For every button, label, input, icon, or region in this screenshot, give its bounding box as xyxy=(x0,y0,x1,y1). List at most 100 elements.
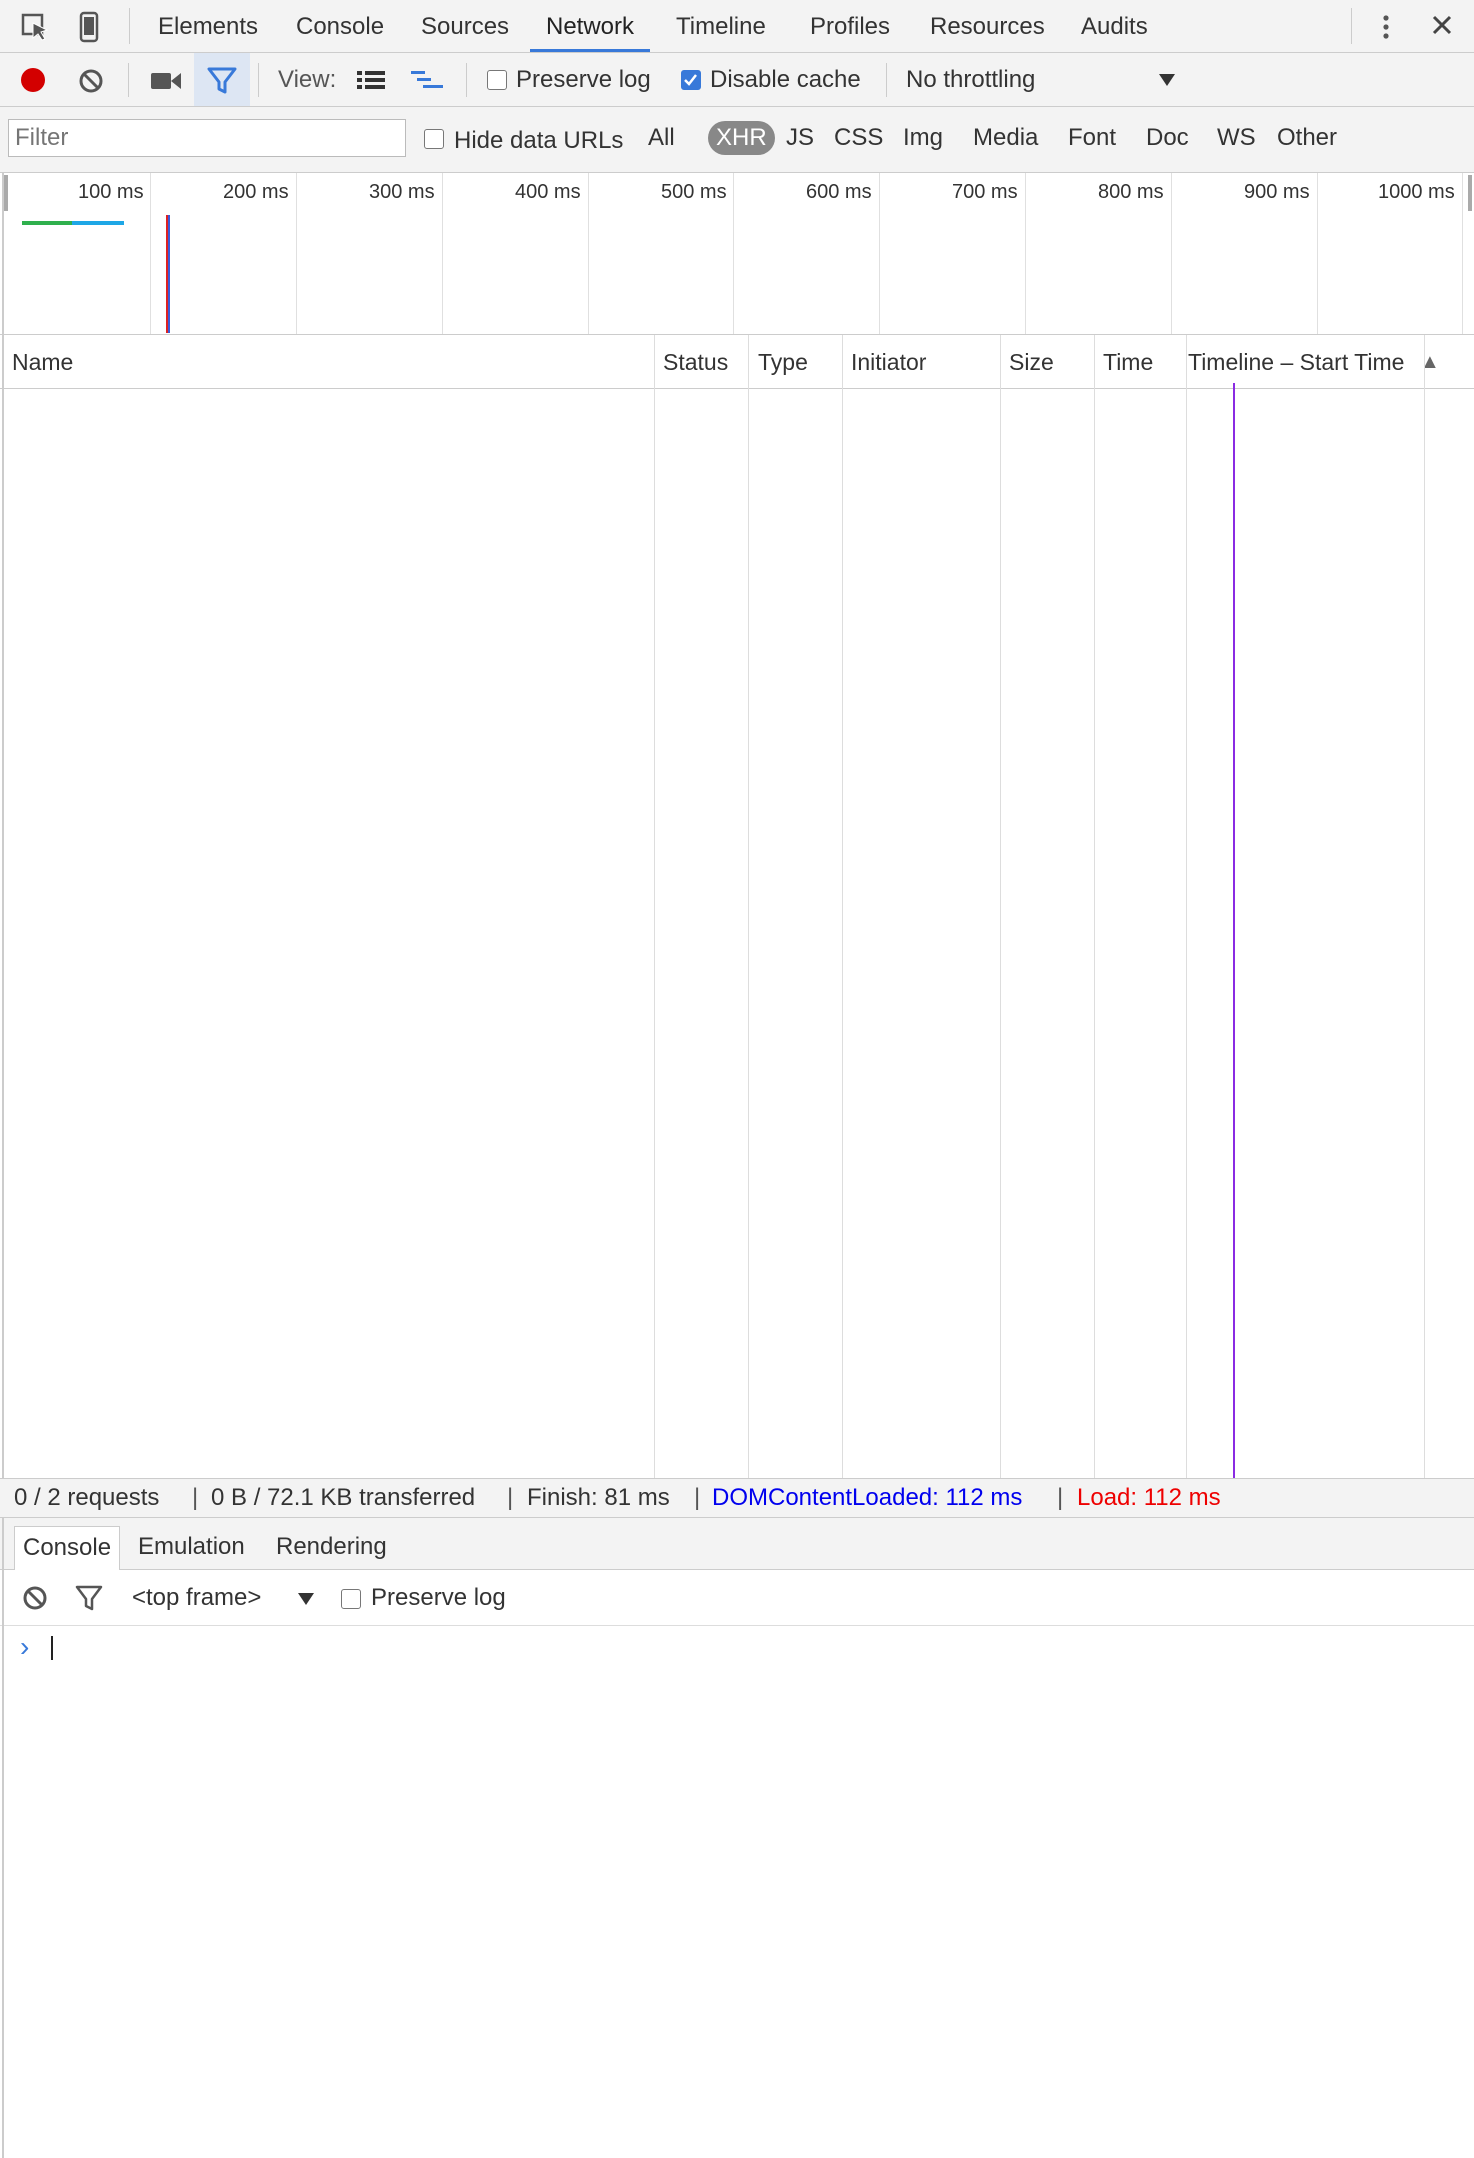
clear-console-icon[interactable] xyxy=(22,1585,48,1611)
column-header-time[interactable]: Time xyxy=(1103,335,1153,389)
column-header-type[interactable]: Type xyxy=(758,335,808,389)
throttling-select[interactable]: No throttling xyxy=(906,66,1035,94)
overview-tick-label: 500 ms xyxy=(661,181,727,203)
overview-gridline xyxy=(150,173,151,334)
overview-request-bar-download xyxy=(72,221,124,225)
tab-timeline[interactable]: Timeline xyxy=(676,0,766,52)
toolbar-divider xyxy=(258,63,259,97)
record-icon[interactable] xyxy=(20,67,46,93)
column-header-initiator[interactable]: Initiator xyxy=(851,335,926,389)
preserve-log-checkbox[interactable] xyxy=(487,70,507,90)
tab-elements[interactable]: Elements xyxy=(158,0,258,52)
filter-type-img[interactable]: Img xyxy=(903,121,943,155)
overview-left-handle[interactable] xyxy=(4,175,8,211)
view-label: View: xyxy=(278,66,337,93)
network-overview[interactable]: 100 ms 200 ms 300 ms 400 ms 500 ms 600 m… xyxy=(0,173,1474,335)
tab-sources[interactable]: Sources xyxy=(421,0,509,52)
device-mode-icon[interactable] xyxy=(78,11,100,43)
overview-tick-label: 1000 ms xyxy=(1378,181,1455,203)
capture-screenshots-icon[interactable] xyxy=(150,70,182,92)
waterfall-overview-icon[interactable] xyxy=(410,69,444,93)
overview-gridline xyxy=(1462,173,1463,334)
status-dom-content-loaded: DOMContentLoaded: 112 ms xyxy=(712,1484,1023,1511)
console-output[interactable]: › xyxy=(0,1626,1474,2158)
overview-gridline xyxy=(1171,173,1172,334)
overview-tick-label: 100 ms xyxy=(78,181,144,203)
overview-right-handle[interactable] xyxy=(1468,175,1472,211)
overview-dcl-marker xyxy=(168,215,170,333)
clear-icon[interactable] xyxy=(78,68,104,94)
console-filter-icon[interactable] xyxy=(74,1583,104,1613)
context-select[interactable]: <top frame> xyxy=(132,1584,261,1612)
status-load: Load: 112 ms xyxy=(1077,1484,1221,1511)
overview-gridline xyxy=(879,173,880,334)
requests-table-body xyxy=(4,389,1474,1478)
overview-tick-label: 800 ms xyxy=(1098,181,1164,203)
overview-request-bar-waiting xyxy=(22,221,72,225)
dropdown-arrow-icon[interactable] xyxy=(297,1592,315,1606)
drawer-left-border xyxy=(2,1518,4,2158)
drawer-tab-console[interactable]: Console xyxy=(14,1526,121,1570)
overview-tick-label: 300 ms xyxy=(369,181,435,203)
large-rows-icon[interactable] xyxy=(356,69,386,91)
disable-cache-checkbox[interactable] xyxy=(681,70,701,90)
filter-type-doc[interactable]: Doc xyxy=(1146,121,1189,155)
panel-left-border xyxy=(2,173,4,1478)
tab-resources[interactable]: Resources xyxy=(930,0,1045,52)
requests-table-header: Name Status Type Initiator Size Time Tim… xyxy=(0,335,1474,389)
status-separator: | xyxy=(694,1484,701,1511)
devtools-tab-bar: Elements Console Sources Network Timelin… xyxy=(0,0,1474,53)
overview-tick-label: 200 ms xyxy=(223,181,289,203)
console-preserve-log-checkbox[interactable] xyxy=(341,1589,361,1609)
filter-toggle-icon[interactable] xyxy=(194,53,250,106)
network-toolbar: View: Preserve log Disable cache No thro… xyxy=(0,53,1474,107)
preserve-log-label: Preserve log xyxy=(516,66,651,93)
filter-type-ws[interactable]: WS xyxy=(1217,121,1256,155)
tab-console[interactable]: Console xyxy=(296,0,384,52)
column-header-status[interactable]: Status xyxy=(663,335,728,389)
filter-type-xhr[interactable]: XHR xyxy=(708,121,775,155)
status-transferred: 0 B / 72.1 KB transferred xyxy=(211,1484,476,1511)
inspect-element-icon[interactable] xyxy=(20,12,50,42)
overview-gridline xyxy=(1317,173,1318,334)
toolbar-divider xyxy=(886,63,887,97)
column-header-size[interactable]: Size xyxy=(1009,335,1054,389)
overview-tick-label: 700 ms xyxy=(952,181,1018,203)
overview-gridline xyxy=(733,173,734,334)
filter-type-media[interactable]: Media xyxy=(973,121,1038,155)
filter-type-js[interactable]: JS xyxy=(786,121,814,155)
filter-type-font[interactable]: Font xyxy=(1068,121,1116,155)
overview-tick-label: 900 ms xyxy=(1244,181,1310,203)
console-toolbar: <top frame> Preserve log xyxy=(0,1570,1474,1626)
toolbar-divider xyxy=(1351,8,1352,44)
column-header-timeline[interactable]: Timeline – Start Time xyxy=(1188,335,1404,389)
overview-gridline xyxy=(588,173,589,334)
sort-ascending-icon: ▲ xyxy=(1420,351,1440,373)
filter-type-all[interactable]: All xyxy=(648,121,675,155)
drawer-tab-rendering[interactable]: Rendering xyxy=(268,1526,395,1570)
overview-gridline xyxy=(442,173,443,334)
close-icon[interactable] xyxy=(1430,13,1454,37)
hide-data-urls-checkbox[interactable] xyxy=(424,129,444,149)
drawer-tab-emulation[interactable]: Emulation xyxy=(130,1526,253,1570)
tab-network[interactable]: Network xyxy=(530,0,651,52)
tab-audits[interactable]: Audits xyxy=(1081,0,1148,52)
overview-gridline xyxy=(296,173,297,334)
tab-profiles[interactable]: Profiles xyxy=(810,0,890,52)
console-input-caret[interactable] xyxy=(51,1636,53,1660)
dropdown-arrow-icon[interactable] xyxy=(1158,73,1176,87)
disable-cache-label: Disable cache xyxy=(710,66,861,93)
overview-gridline xyxy=(1025,173,1026,334)
filter-bar: Hide data URLs All XHR JS CSS Img Media … xyxy=(0,107,1474,173)
console-preserve-log-label: Preserve log xyxy=(371,1584,506,1611)
column-header-name[interactable]: Name xyxy=(12,335,73,389)
filter-type-css[interactable]: CSS xyxy=(834,121,883,155)
filter-type-other[interactable]: Other xyxy=(1277,121,1337,155)
filter-input[interactable] xyxy=(8,119,406,157)
timeline-event-marker xyxy=(1233,383,1235,1478)
more-options-icon[interactable] xyxy=(1380,12,1392,42)
status-requests: 0 / 2 requests xyxy=(14,1484,160,1511)
drawer-tab-bar: Console Emulation Rendering xyxy=(0,1518,1474,1570)
status-separator: | xyxy=(192,1484,199,1511)
toolbar-divider xyxy=(129,8,130,44)
